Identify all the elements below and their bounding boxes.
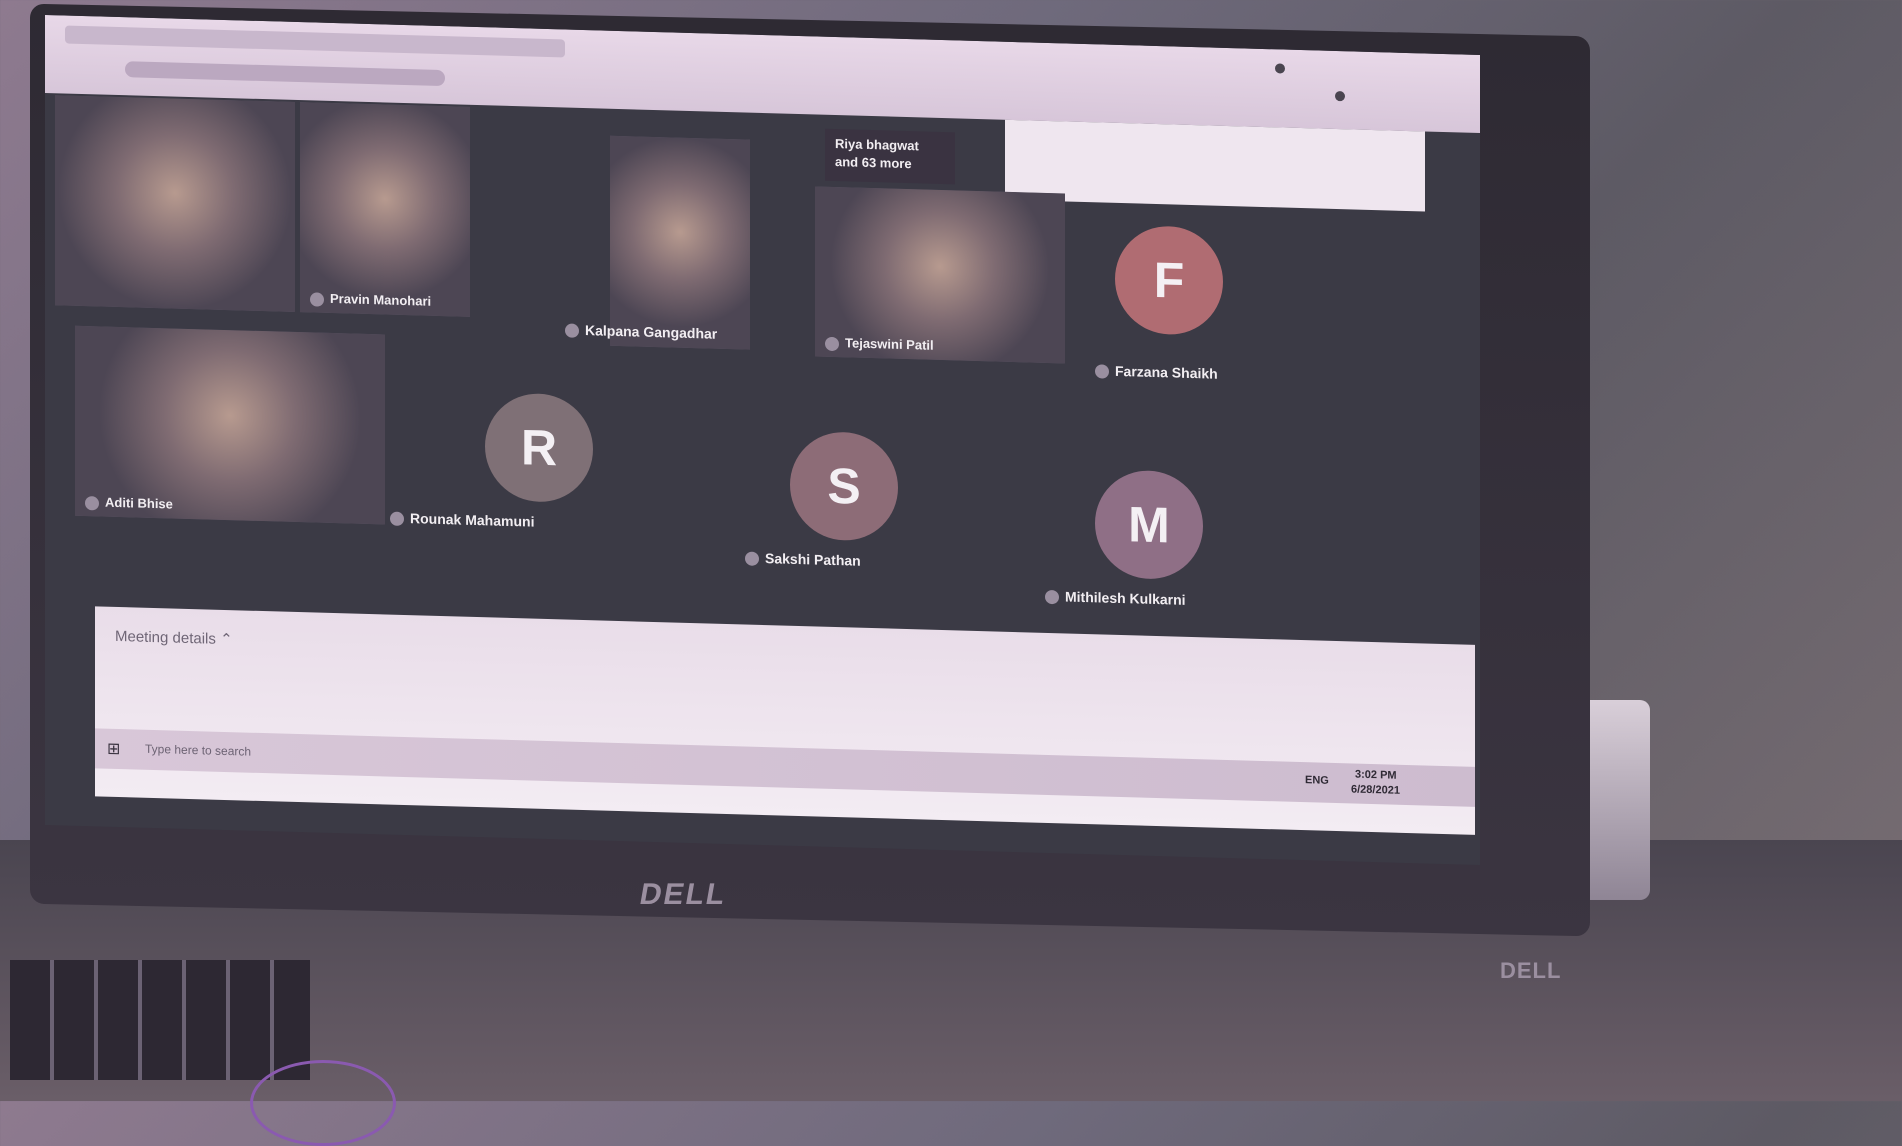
participant-name: Rounak Mahamuni [390,510,534,530]
participant-video [610,135,750,350]
mic-icon [85,496,99,511]
mic-icon [825,336,839,352]
participant-tile[interactable]: Tejaswini Patil [815,186,1065,364]
menu-icon[interactable] [1335,90,1345,102]
participant-name: Tejaswini Patil [825,335,934,354]
participant-avatar[interactable]: F [1115,224,1223,336]
keyboard [10,960,310,1080]
meet-header-panel [1005,119,1425,212]
clock-time[interactable]: 3:02 PM [1355,769,1397,782]
meeting-details-button[interactable]: Meeting details ⌃ [115,627,233,648]
avatar-initial: M [1128,496,1170,554]
participant-tile[interactable] [610,135,750,350]
extension-icon[interactable] [1275,63,1285,74]
participant-name: Pravin Manohari [310,291,431,310]
address-bar[interactable] [125,61,445,87]
participant-tile[interactable]: Aditi Bhise [75,325,385,525]
clock-date[interactable]: 6/28/2021 [1351,783,1400,796]
browser-tabs[interactable] [65,25,565,58]
language-indicator[interactable]: ENG [1305,774,1329,787]
laptop-screen: Pravin Manohari Kalpana Gangadhar Riya b… [45,14,1480,866]
windows-start-icon[interactable]: ⊞ [107,739,120,759]
more-participants-badge[interactable]: Riya bhagwat and 63 more [825,128,955,185]
participant-name: Mithilesh Kulkarni [1045,588,1186,608]
ink-stamp [250,1060,396,1146]
speaker-logo: DELL [1500,958,1562,983]
mic-icon [1095,364,1109,379]
mic-icon [745,551,759,567]
participant-avatar[interactable]: R [485,392,593,504]
mic-icon [1045,590,1059,605]
participant-video [300,102,470,317]
participant-name: Sakshi Pathan [745,550,861,570]
participant-name: Farzana Shaikh [1095,362,1218,382]
participant-name: Aditi Bhise [85,495,173,513]
avatar-initial: F [1153,251,1185,309]
participant-video [55,95,295,312]
mic-icon [310,292,324,307]
participant-name: Kalpana Gangadhar [565,321,717,342]
avatar-initial: R [520,419,558,477]
taskbar-search[interactable]: Type here to search [145,742,251,759]
participant-tile[interactable] [55,95,295,312]
avatar-initial: S [827,457,861,515]
chevron-up-icon: ⌃ [220,630,233,649]
participant-tile[interactable]: Pravin Manohari [300,102,470,317]
badge-line-2: and 63 more [835,154,912,172]
participant-avatar[interactable]: S [790,430,898,542]
participant-avatar[interactable]: M [1095,469,1203,581]
laptop-logo: DELL [637,878,730,911]
mic-icon [390,511,404,527]
mic-icon [565,323,579,339]
